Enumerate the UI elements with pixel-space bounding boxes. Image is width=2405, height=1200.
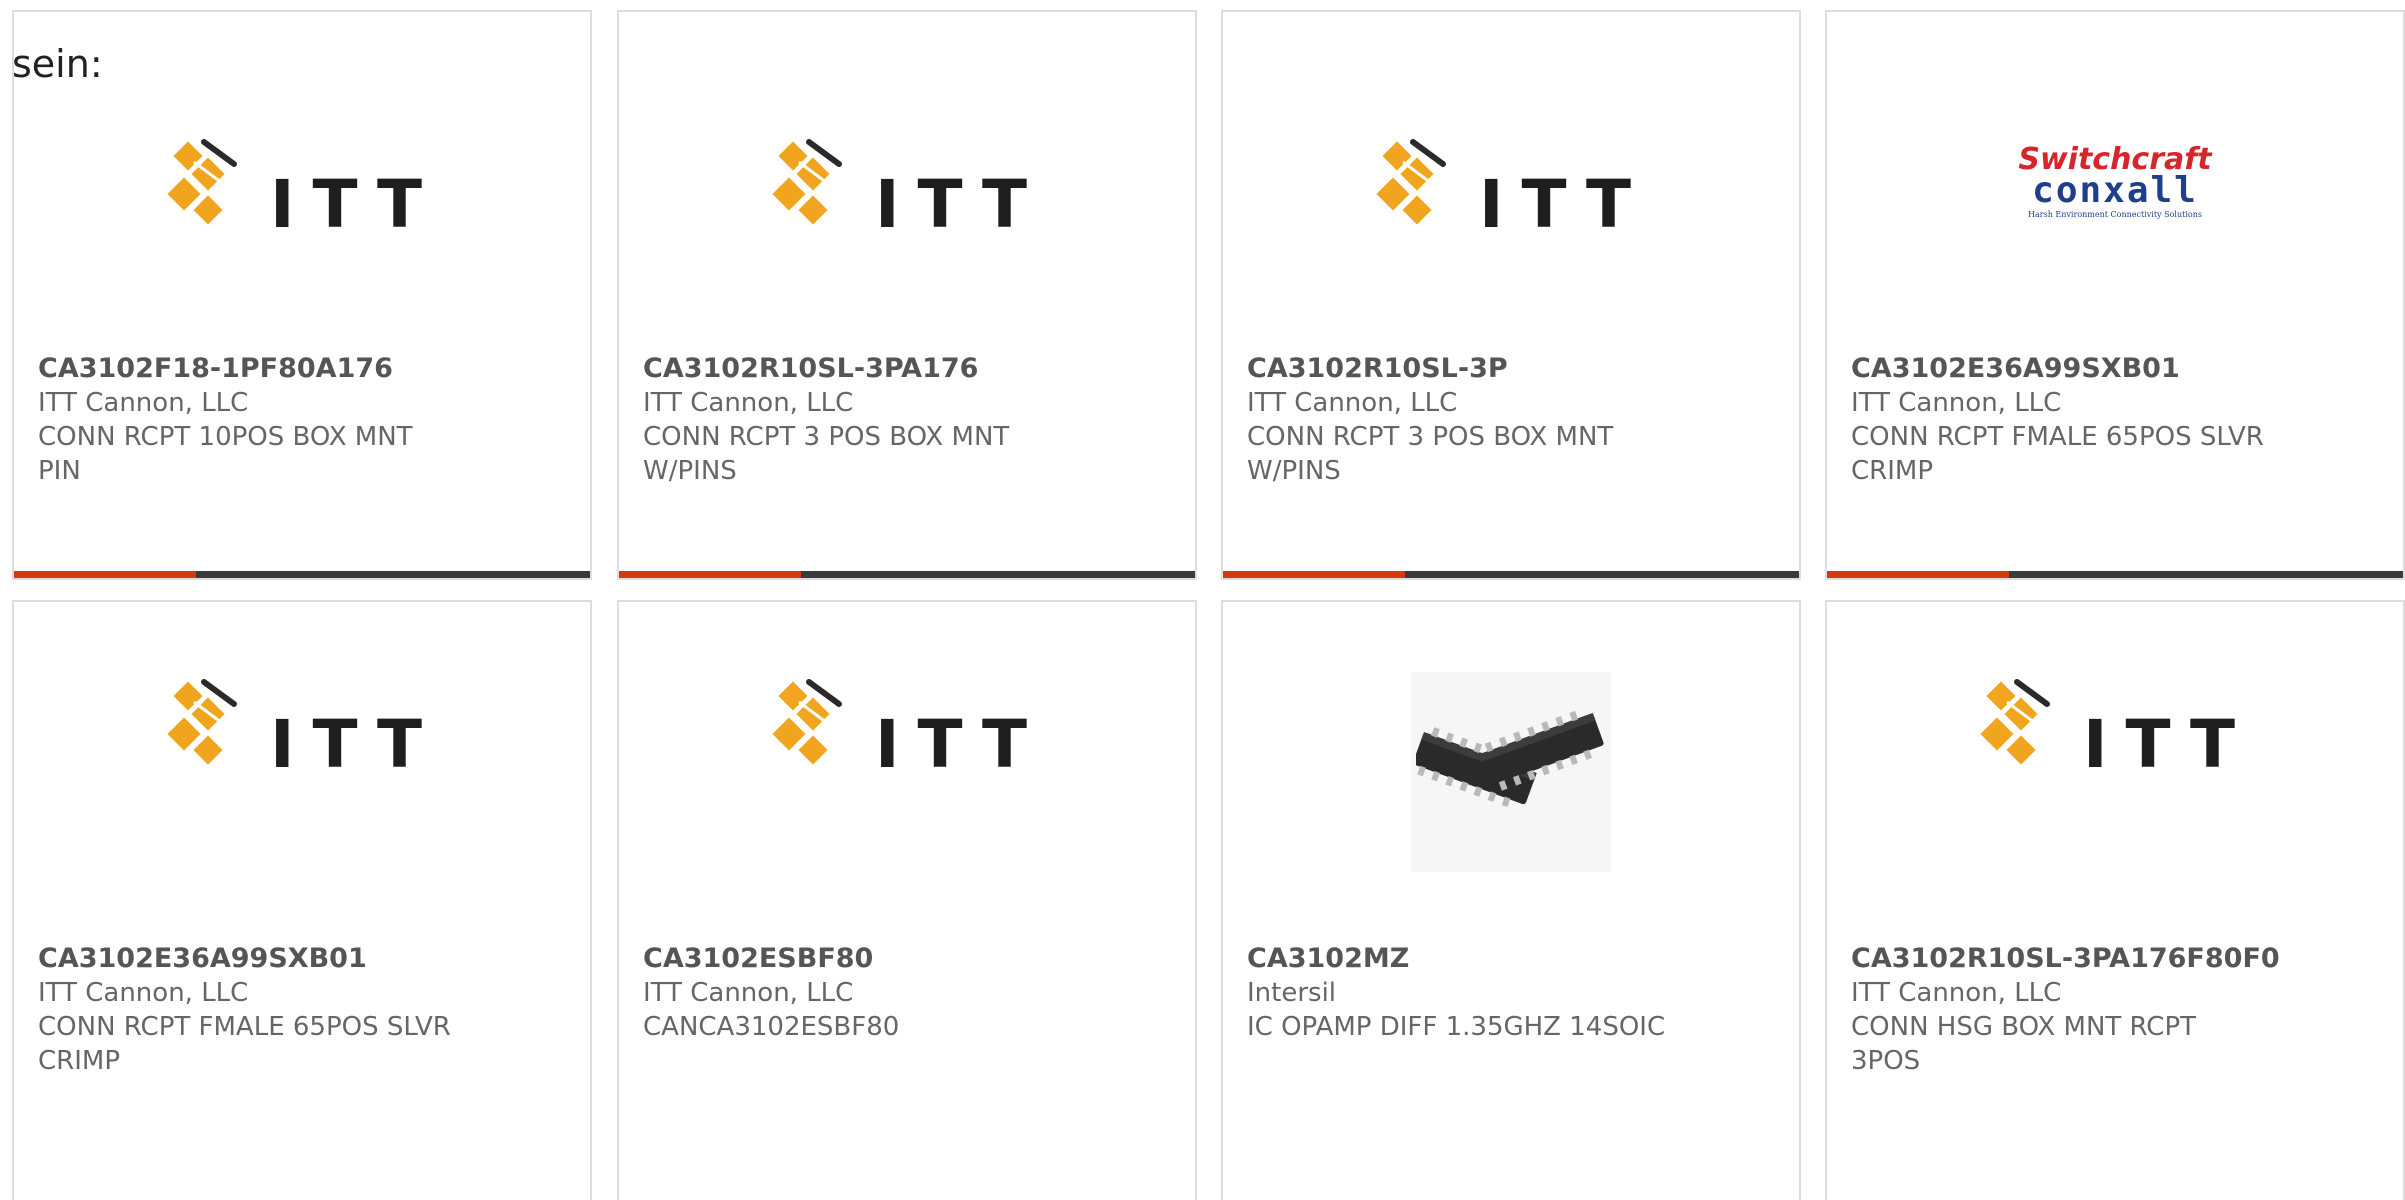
product-card[interactable]: ITT CA3102R10SL-3PA176F80F0 ITT Cannon, …	[1825, 600, 2405, 1200]
product-card[interactable]: CA3102MZ Intersil IC OPAMP DIFF 1.35GHZ …	[1221, 600, 1801, 1200]
product-card[interactable]: ITT CA3102F18-1PF80A176 ITT Cannon, LLC …	[12, 10, 592, 580]
card-accent-bar	[14, 571, 590, 578]
part-number[interactable]: CA3102E36A99SXB01	[1851, 352, 2379, 386]
card-accent-bar	[619, 571, 1195, 578]
manufacturer: ITT Cannon, LLC	[1247, 388, 1458, 418]
itt-logo: ITT	[1223, 122, 1799, 243]
itt-diamond-mark	[1977, 678, 2050, 768]
part-number[interactable]: CA3102E36A99SXB01	[38, 942, 566, 976]
itt-diamond-mark	[769, 138, 842, 228]
soic-chip-image	[1223, 672, 1799, 872]
manufacturer: ITT Cannon, LLC	[38, 388, 249, 418]
description: CONN RCPT FMALE 65POS SLVR CRIMP	[1851, 422, 2264, 486]
product-card[interactable]: ITT CA3102ESBF80 ITT Cannon, LLC CANCA31…	[617, 600, 1197, 1200]
part-number[interactable]: CA3102F18-1PF80A176	[38, 352, 566, 386]
prefix-text: sein:	[12, 42, 103, 86]
description: CONN RCPT 3 POS BOX MNT W/PINS	[1247, 422, 1614, 486]
description: CONN RCPT 3 POS BOX MNT W/PINS	[643, 422, 1010, 486]
itt-logo: ITT	[619, 662, 1195, 783]
part-number[interactable]: CA3102R10SL-3PA176F80F0	[1851, 942, 2379, 976]
description: CONN HSG BOX MNT RCPT 3POS	[1851, 1012, 2197, 1076]
manufacturer: ITT Cannon, LLC	[1851, 388, 2062, 418]
switchcraft-conxall-logo: Switchcraft conxall Harsh Environment Co…	[2018, 142, 2212, 219]
product-grid: ITT CA3102F18-1PF80A176 ITT Cannon, LLC …	[0, 0, 2405, 1200]
itt-logo: ITT	[14, 122, 590, 243]
manufacturer: ITT Cannon, LLC	[1851, 978, 2062, 1008]
manufacturer: ITT Cannon, LLC	[643, 388, 854, 418]
manufacturer: Intersil	[1247, 978, 1337, 1008]
part-number[interactable]: CA3102ESBF80	[643, 942, 1171, 976]
part-number[interactable]: CA3102R10SL-3P	[1247, 352, 1775, 386]
product-card[interactable]: ITT CA3102E36A99SXB01 ITT Cannon, LLC CO…	[12, 600, 592, 1200]
card-accent-bar	[1827, 571, 2403, 578]
card-accent-bar	[1223, 571, 1799, 578]
manufacturer: ITT Cannon, LLC	[38, 978, 249, 1008]
itt-diamond-mark	[1373, 138, 1446, 228]
product-card[interactable]: Switchcraft conxall Harsh Environment Co…	[1825, 10, 2405, 580]
description: CONN RCPT FMALE 65POS SLVR CRIMP	[38, 1012, 451, 1076]
itt-logo: ITT	[14, 662, 590, 783]
itt-logo: ITT	[1827, 662, 2403, 783]
itt-logo: ITT	[619, 122, 1195, 243]
itt-diamond-mark	[164, 678, 237, 768]
part-number[interactable]: CA3102MZ	[1247, 942, 1775, 976]
description: IC OPAMP DIFF 1.35GHZ 14SOIC	[1247, 1012, 1666, 1042]
itt-diamond-mark	[769, 678, 842, 768]
product-card[interactable]: ITT CA3102R10SL-3PA176 ITT Cannon, LLC C…	[617, 10, 1197, 580]
itt-diamond-mark	[164, 138, 237, 228]
product-card[interactable]: ITT CA3102R10SL-3P ITT Cannon, LLC CONN …	[1221, 10, 1801, 580]
part-number[interactable]: CA3102R10SL-3PA176	[643, 352, 1171, 386]
description: CANCA3102ESBF80	[643, 1012, 900, 1042]
description: CONN RCPT 10POS BOX MNT PIN	[38, 422, 413, 486]
manufacturer: ITT Cannon, LLC	[643, 978, 854, 1008]
